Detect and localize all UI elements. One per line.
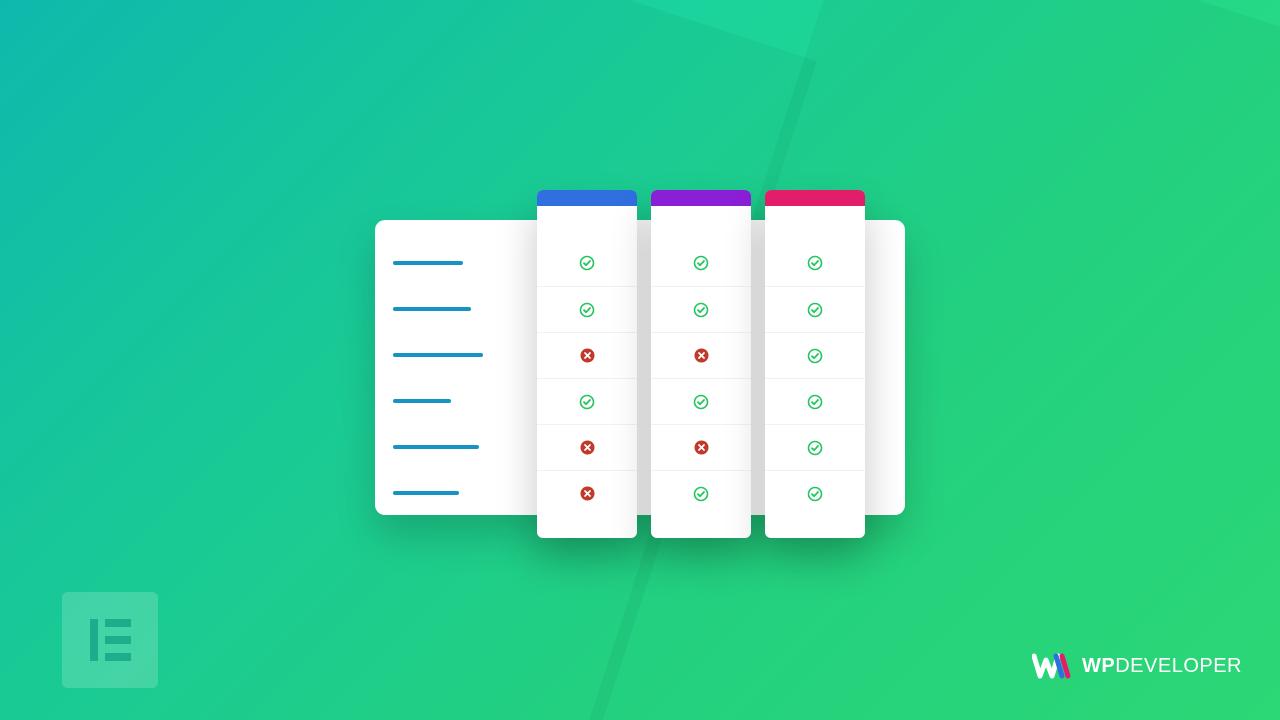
plan-cell <box>537 424 637 470</box>
hero-graphic: WPDEVELOPER <box>0 0 1280 720</box>
plan-cell <box>651 378 751 424</box>
elementor-badge <box>62 592 158 688</box>
plan-cell <box>651 424 751 470</box>
feature-placeholder-line <box>393 307 471 312</box>
brand-bold: WP <box>1082 655 1115 677</box>
feature-placeholder-line <box>393 399 451 404</box>
plan-cell <box>651 286 751 332</box>
feature-placeholder-line <box>393 445 479 450</box>
plan-cap-a <box>537 190 637 206</box>
brand-light: DEVELOPER <box>1115 655 1242 677</box>
feature-placeholder-line <box>393 491 459 496</box>
plan-cell <box>765 286 865 332</box>
check-icon <box>693 486 709 502</box>
plan-cell <box>537 378 637 424</box>
plan-cell <box>651 332 751 378</box>
check-icon <box>693 394 709 410</box>
check-icon <box>807 348 823 364</box>
elementor-icon <box>90 619 131 661</box>
check-icon <box>693 302 709 318</box>
check-icon <box>807 486 823 502</box>
cross-icon <box>580 486 595 501</box>
plan-cell <box>765 240 865 286</box>
check-icon <box>807 302 823 318</box>
cross-icon <box>694 348 709 363</box>
check-icon <box>807 440 823 456</box>
check-icon <box>693 255 709 271</box>
plan-column-a <box>537 190 637 538</box>
plan-cell <box>651 240 751 286</box>
plan-cell <box>765 332 865 378</box>
plan-cell <box>537 332 637 378</box>
check-icon <box>579 302 595 318</box>
plan-cap-c <box>765 190 865 206</box>
cross-icon <box>580 348 595 363</box>
plan-cell <box>537 286 637 332</box>
check-icon <box>579 394 595 410</box>
plan-cell <box>537 240 637 286</box>
plan-cell <box>765 424 865 470</box>
check-icon <box>579 255 595 271</box>
plan-column-b <box>651 190 751 538</box>
plan-cell <box>537 470 637 516</box>
wpdeveloper-mark-icon <box>1032 652 1072 680</box>
feature-placeholder-line <box>393 353 483 358</box>
feature-placeholder-line <box>393 261 463 266</box>
check-icon <box>807 255 823 271</box>
plan-cell <box>765 378 865 424</box>
wpdeveloper-text: WPDEVELOPER <box>1082 655 1242 678</box>
plan-cell <box>651 470 751 516</box>
cross-icon <box>694 440 709 455</box>
check-icon <box>807 394 823 410</box>
wpdeveloper-logo: WPDEVELOPER <box>1032 652 1242 680</box>
plan-cell <box>765 470 865 516</box>
plan-column-c <box>765 190 865 538</box>
plan-cap-b <box>651 190 751 206</box>
cross-icon <box>580 440 595 455</box>
